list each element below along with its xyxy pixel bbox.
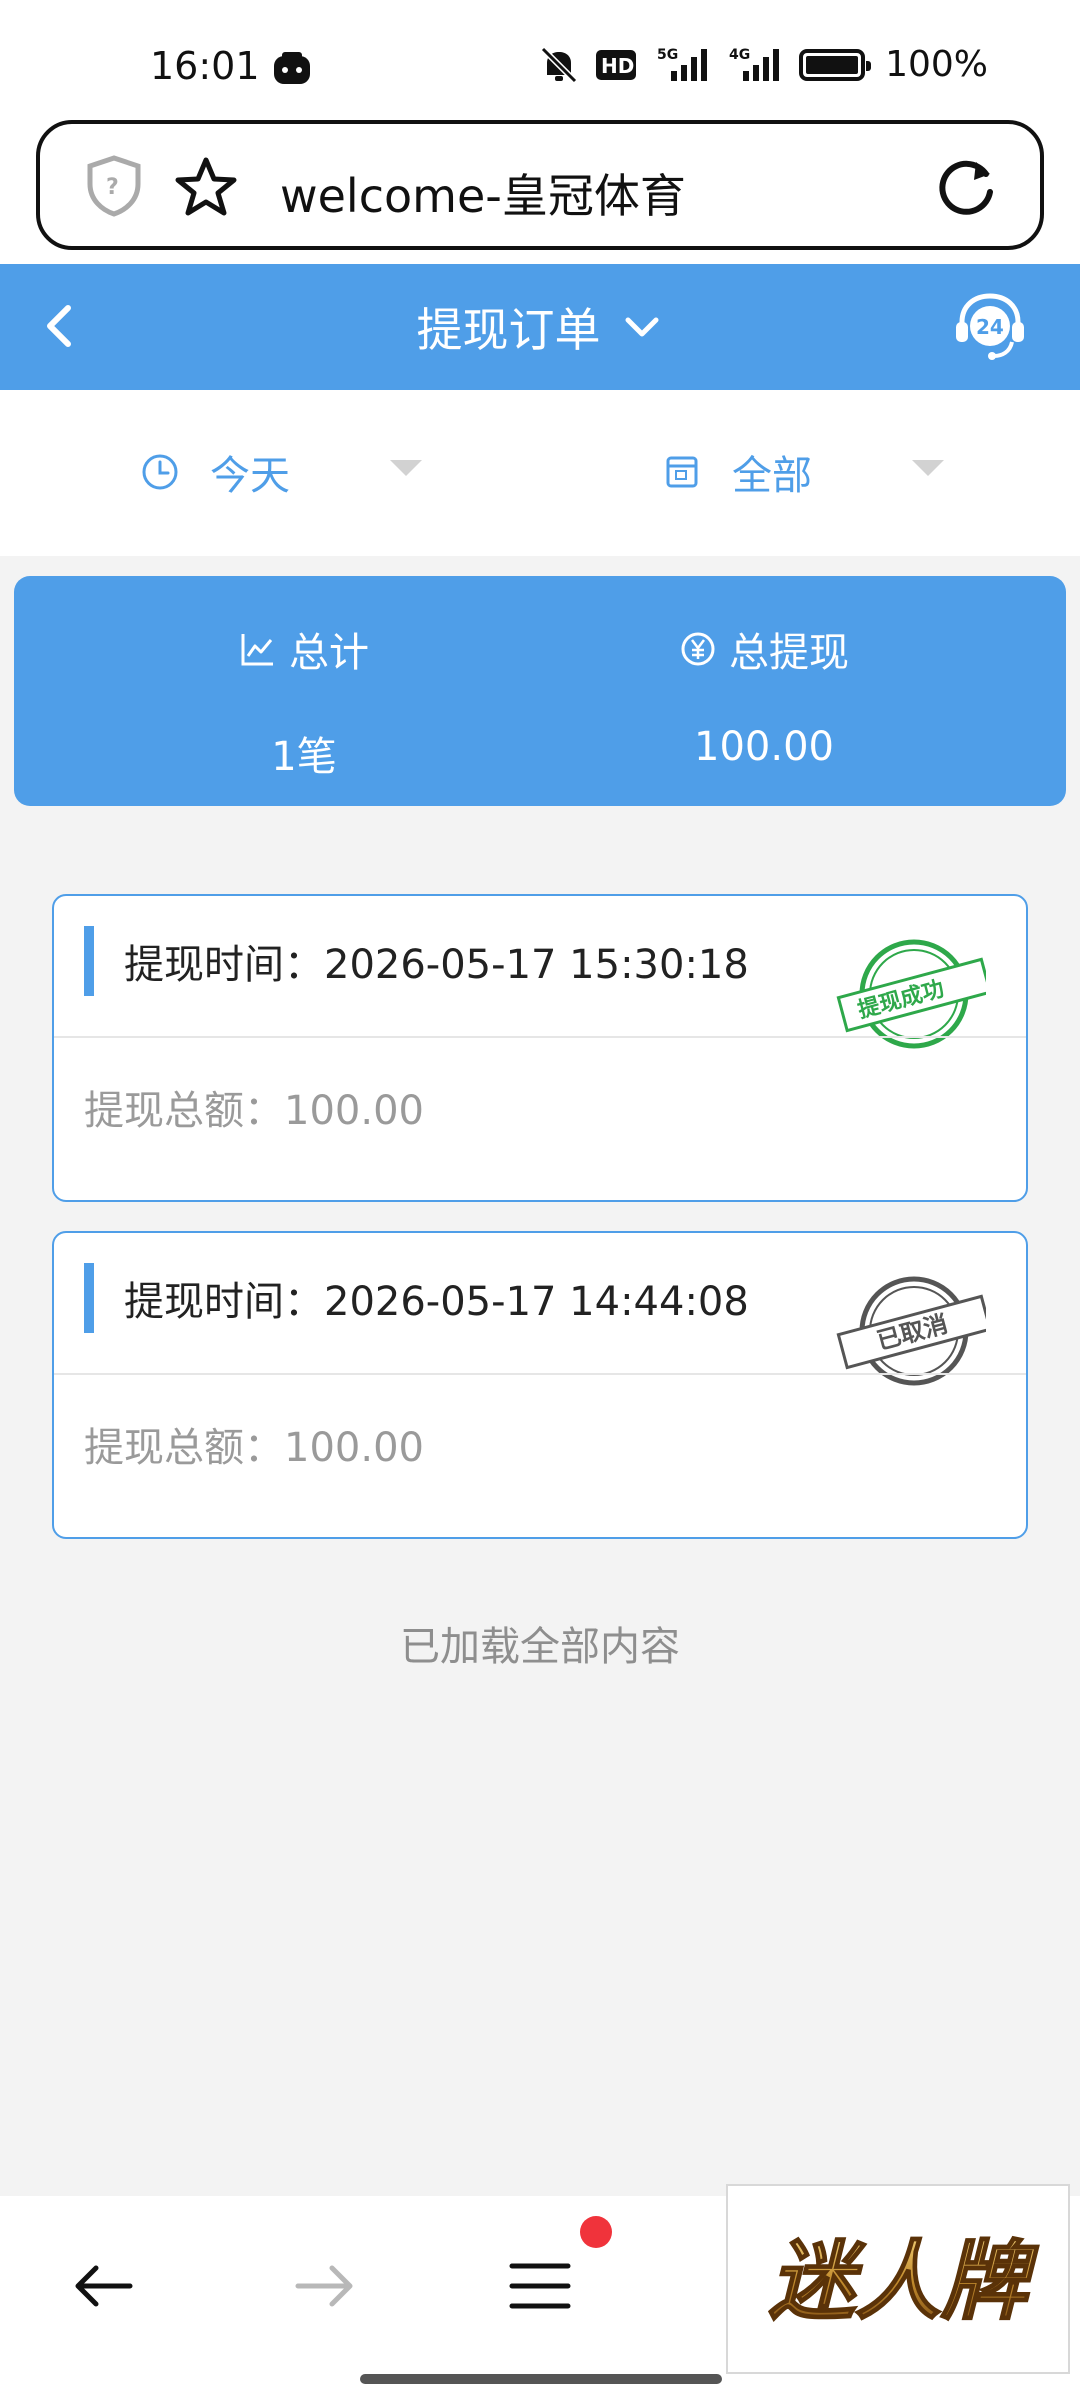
forward-icon[interactable] <box>284 2246 364 2326</box>
order-card[interactable]: 提现时间：2026-05-17 15:30:18 提现成功 提现总额：100.0… <box>52 894 1028 1202</box>
signal-5g-icon: 5G <box>657 47 708 81</box>
app-notification-icon <box>274 52 310 84</box>
menu-icon[interactable] <box>500 2246 580 2326</box>
title-dropdown[interactable]: 提现订单 <box>0 294 1080 360</box>
filter-row: 今天 全部 <box>0 390 1080 556</box>
battery-percent: 100% <box>885 44 988 85</box>
svg-text:迷人牌: 迷人牌 <box>769 2231 1039 2332</box>
divider <box>54 1036 1026 1038</box>
status-icons: HD 5G 4G 100% <box>537 44 988 85</box>
svg-text:24: 24 <box>976 315 1004 339</box>
svg-text:5G: 5G <box>657 47 678 63</box>
withdraw-label: 总提现 <box>729 630 849 676</box>
svg-text:4G: 4G <box>729 47 750 63</box>
calendar-icon <box>666 456 698 488</box>
type-filter-label: 全部 <box>732 453 812 499</box>
accent-bar <box>84 926 94 996</box>
home-indicator[interactable] <box>360 2374 722 2384</box>
hd-badge-icon: HD <box>596 49 637 80</box>
yen-circle-icon <box>681 632 715 666</box>
order-amount: 提现总额：100.00 <box>84 1425 424 1471</box>
date-filter-label: 今天 <box>210 453 290 499</box>
reload-icon[interactable] <box>936 156 998 218</box>
order-time: 提现时间：2026-05-17 15:30:18 <box>124 942 749 988</box>
signal-4g-icon: 4G <box>729 47 780 81</box>
accent-bar <box>84 1263 94 1333</box>
bookmark-star-icon[interactable] <box>174 156 238 218</box>
clock-icon <box>142 454 178 490</box>
chevron-down-icon <box>625 317 659 337</box>
cancelled-stamp-icon: 已取消 <box>836 1276 986 1386</box>
order-amount: 提现总额：100.00 <box>84 1088 424 1134</box>
support-24h-icon[interactable]: 24 <box>952 290 1028 362</box>
divider <box>54 1373 1026 1375</box>
url-text[interactable]: welcome-皇冠体育 <box>280 160 686 226</box>
browser-toolbar: ? welcome-皇冠体育 <box>0 118 1080 264</box>
date-filter[interactable]: 今天 <box>140 440 290 504</box>
order-card[interactable]: 提现时间：2026-05-17 14:44:08 已取消 提现总额：100.00 <box>52 1231 1028 1539</box>
success-stamp-icon: 提现成功 <box>836 939 986 1049</box>
app-header: 提现订单 24 <box>0 264 1080 390</box>
list-end-text: 已加载全部内容 <box>400 1624 680 1670</box>
date-caret-icon[interactable] <box>390 460 422 476</box>
svg-text:?: ? <box>106 175 119 200</box>
page-title: 提现订单 <box>416 303 601 357</box>
type-caret-icon[interactable] <box>912 460 944 476</box>
summary-total: 总计 1笔 <box>104 620 504 782</box>
notification-dot <box>580 2216 612 2248</box>
line-chart-icon <box>241 634 273 666</box>
back-icon[interactable] <box>64 2246 144 2326</box>
order-time: 提现时间：2026-05-17 14:44:08 <box>124 1279 749 1325</box>
battery-icon <box>799 48 872 81</box>
browser-bottom-nav: 迷人牌 <box>0 2184 1080 2400</box>
summary-withdraw: 总提现 100.00 <box>564 620 964 770</box>
total-value: 1笔 <box>271 734 337 780</box>
ad-logo: 迷人牌 <box>768 2230 1040 2333</box>
shield-icon[interactable]: ? <box>84 154 144 218</box>
summary-card: 总计 1笔 总提现 100.00 <box>14 576 1066 806</box>
status-bar: 16:01 HD 5G 4G 100% <box>0 0 1080 118</box>
withdraw-value: 100.00 <box>694 724 834 770</box>
status-time: 16:01 <box>150 44 260 88</box>
address-bar[interactable]: ? welcome-皇冠体育 <box>36 120 1044 250</box>
total-label: 总计 <box>289 630 369 676</box>
mute-bell-icon <box>540 46 578 83</box>
type-filter[interactable]: 全部 <box>662 440 812 504</box>
svg-text:HD: HD <box>601 54 634 78</box>
ad-banner[interactable]: 迷人牌 <box>726 2184 1070 2374</box>
